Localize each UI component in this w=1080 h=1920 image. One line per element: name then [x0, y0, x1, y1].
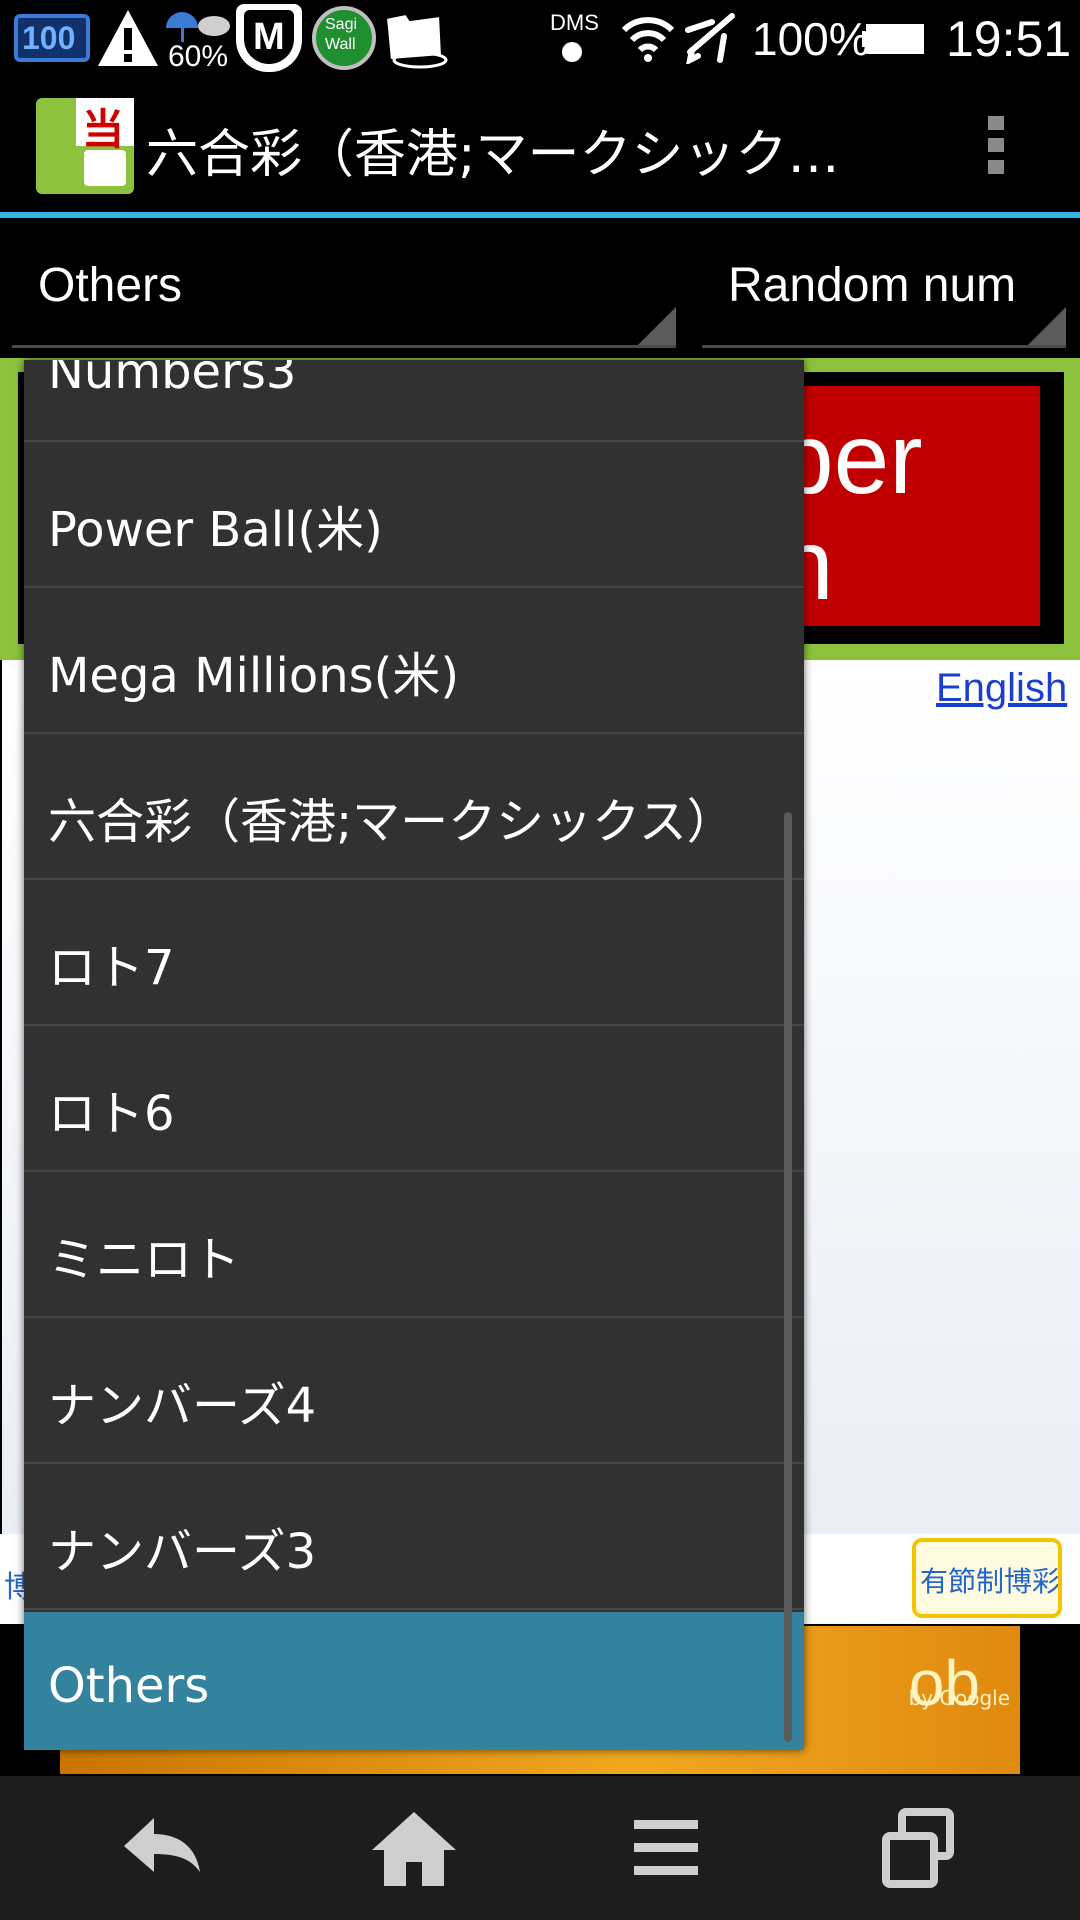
- overflow-menu-icon[interactable]: [986, 116, 1006, 176]
- category-spinner-label: Others: [38, 259, 183, 312]
- mode-spinner[interactable]: Random num: [702, 218, 1066, 348]
- dropdown-scrollbar[interactable]: [784, 812, 792, 1742]
- app-title: 六合彩（香港;マークシック…: [146, 125, 840, 185]
- wifi-icon: [621, 17, 675, 62]
- back-icon[interactable]: [112, 1806, 212, 1890]
- status-bar: 100 60% M Sagi Wall DMS 100% 19:51: [0, 0, 1080, 76]
- dms-label: DMS: [550, 10, 599, 35]
- dropdown-option[interactable]: Mega Millions(米): [24, 590, 804, 734]
- dropdown-option[interactable]: ロト7: [24, 882, 804, 1026]
- english-link[interactable]: English: [936, 666, 1067, 711]
- menu-icon[interactable]: [616, 1806, 716, 1890]
- folder-icon: [384, 12, 448, 69]
- battery-percent: 100%: [752, 13, 870, 65]
- dropdown-option[interactable]: ナンバーズ3: [24, 1466, 804, 1610]
- battery-icon: [866, 24, 924, 54]
- spinner-arrow-icon: [1028, 307, 1066, 345]
- dropdown-option[interactable]: ミニロト: [24, 1174, 804, 1318]
- mode-spinner-label: Random num: [728, 259, 1017, 312]
- recent-apps-icon[interactable]: [868, 1806, 968, 1890]
- dropdown-option[interactable]: ロト6: [24, 1028, 804, 1172]
- weather-percent: 60%: [168, 40, 229, 73]
- ad-bubble[interactable]: 有節制博彩: [912, 1538, 1062, 1618]
- home-icon[interactable]: [364, 1806, 464, 1890]
- dropdown-option[interactable]: Power Ball(米): [24, 444, 804, 588]
- category-spinner[interactable]: Others: [12, 218, 676, 348]
- warning-icon: [98, 10, 158, 66]
- shield-m-icon: M: [236, 4, 302, 72]
- action-bar: 当 六合彩（香港;マークシック…: [0, 76, 1080, 214]
- spinner-arrow-icon: [638, 307, 676, 345]
- dropdown-option[interactable]: ナンバーズ4: [24, 1320, 804, 1464]
- navigation-bar: [0, 1776, 1080, 1920]
- category-dropdown-list[interactable]: Numbers3 Power Ball(米) Mega Millions(米) …: [24, 360, 804, 1750]
- dropdown-option[interactable]: Numbers3: [24, 360, 804, 442]
- dms-dot-icon: [562, 42, 582, 62]
- airplane-icon: [685, 13, 735, 64]
- app-icon[interactable]: 当: [36, 98, 134, 194]
- sagi-wall-icon: Sagi Wall: [312, 6, 376, 70]
- dropdown-option[interactable]: 六合彩（香港;マークシックス）: [24, 736, 804, 880]
- clock: 19:51: [946, 11, 1072, 67]
- battery-badge-icon: 100: [14, 14, 90, 62]
- dropdown-option-selected[interactable]: Others: [24, 1612, 804, 1750]
- spinner-row: Others Random num: [0, 218, 1080, 358]
